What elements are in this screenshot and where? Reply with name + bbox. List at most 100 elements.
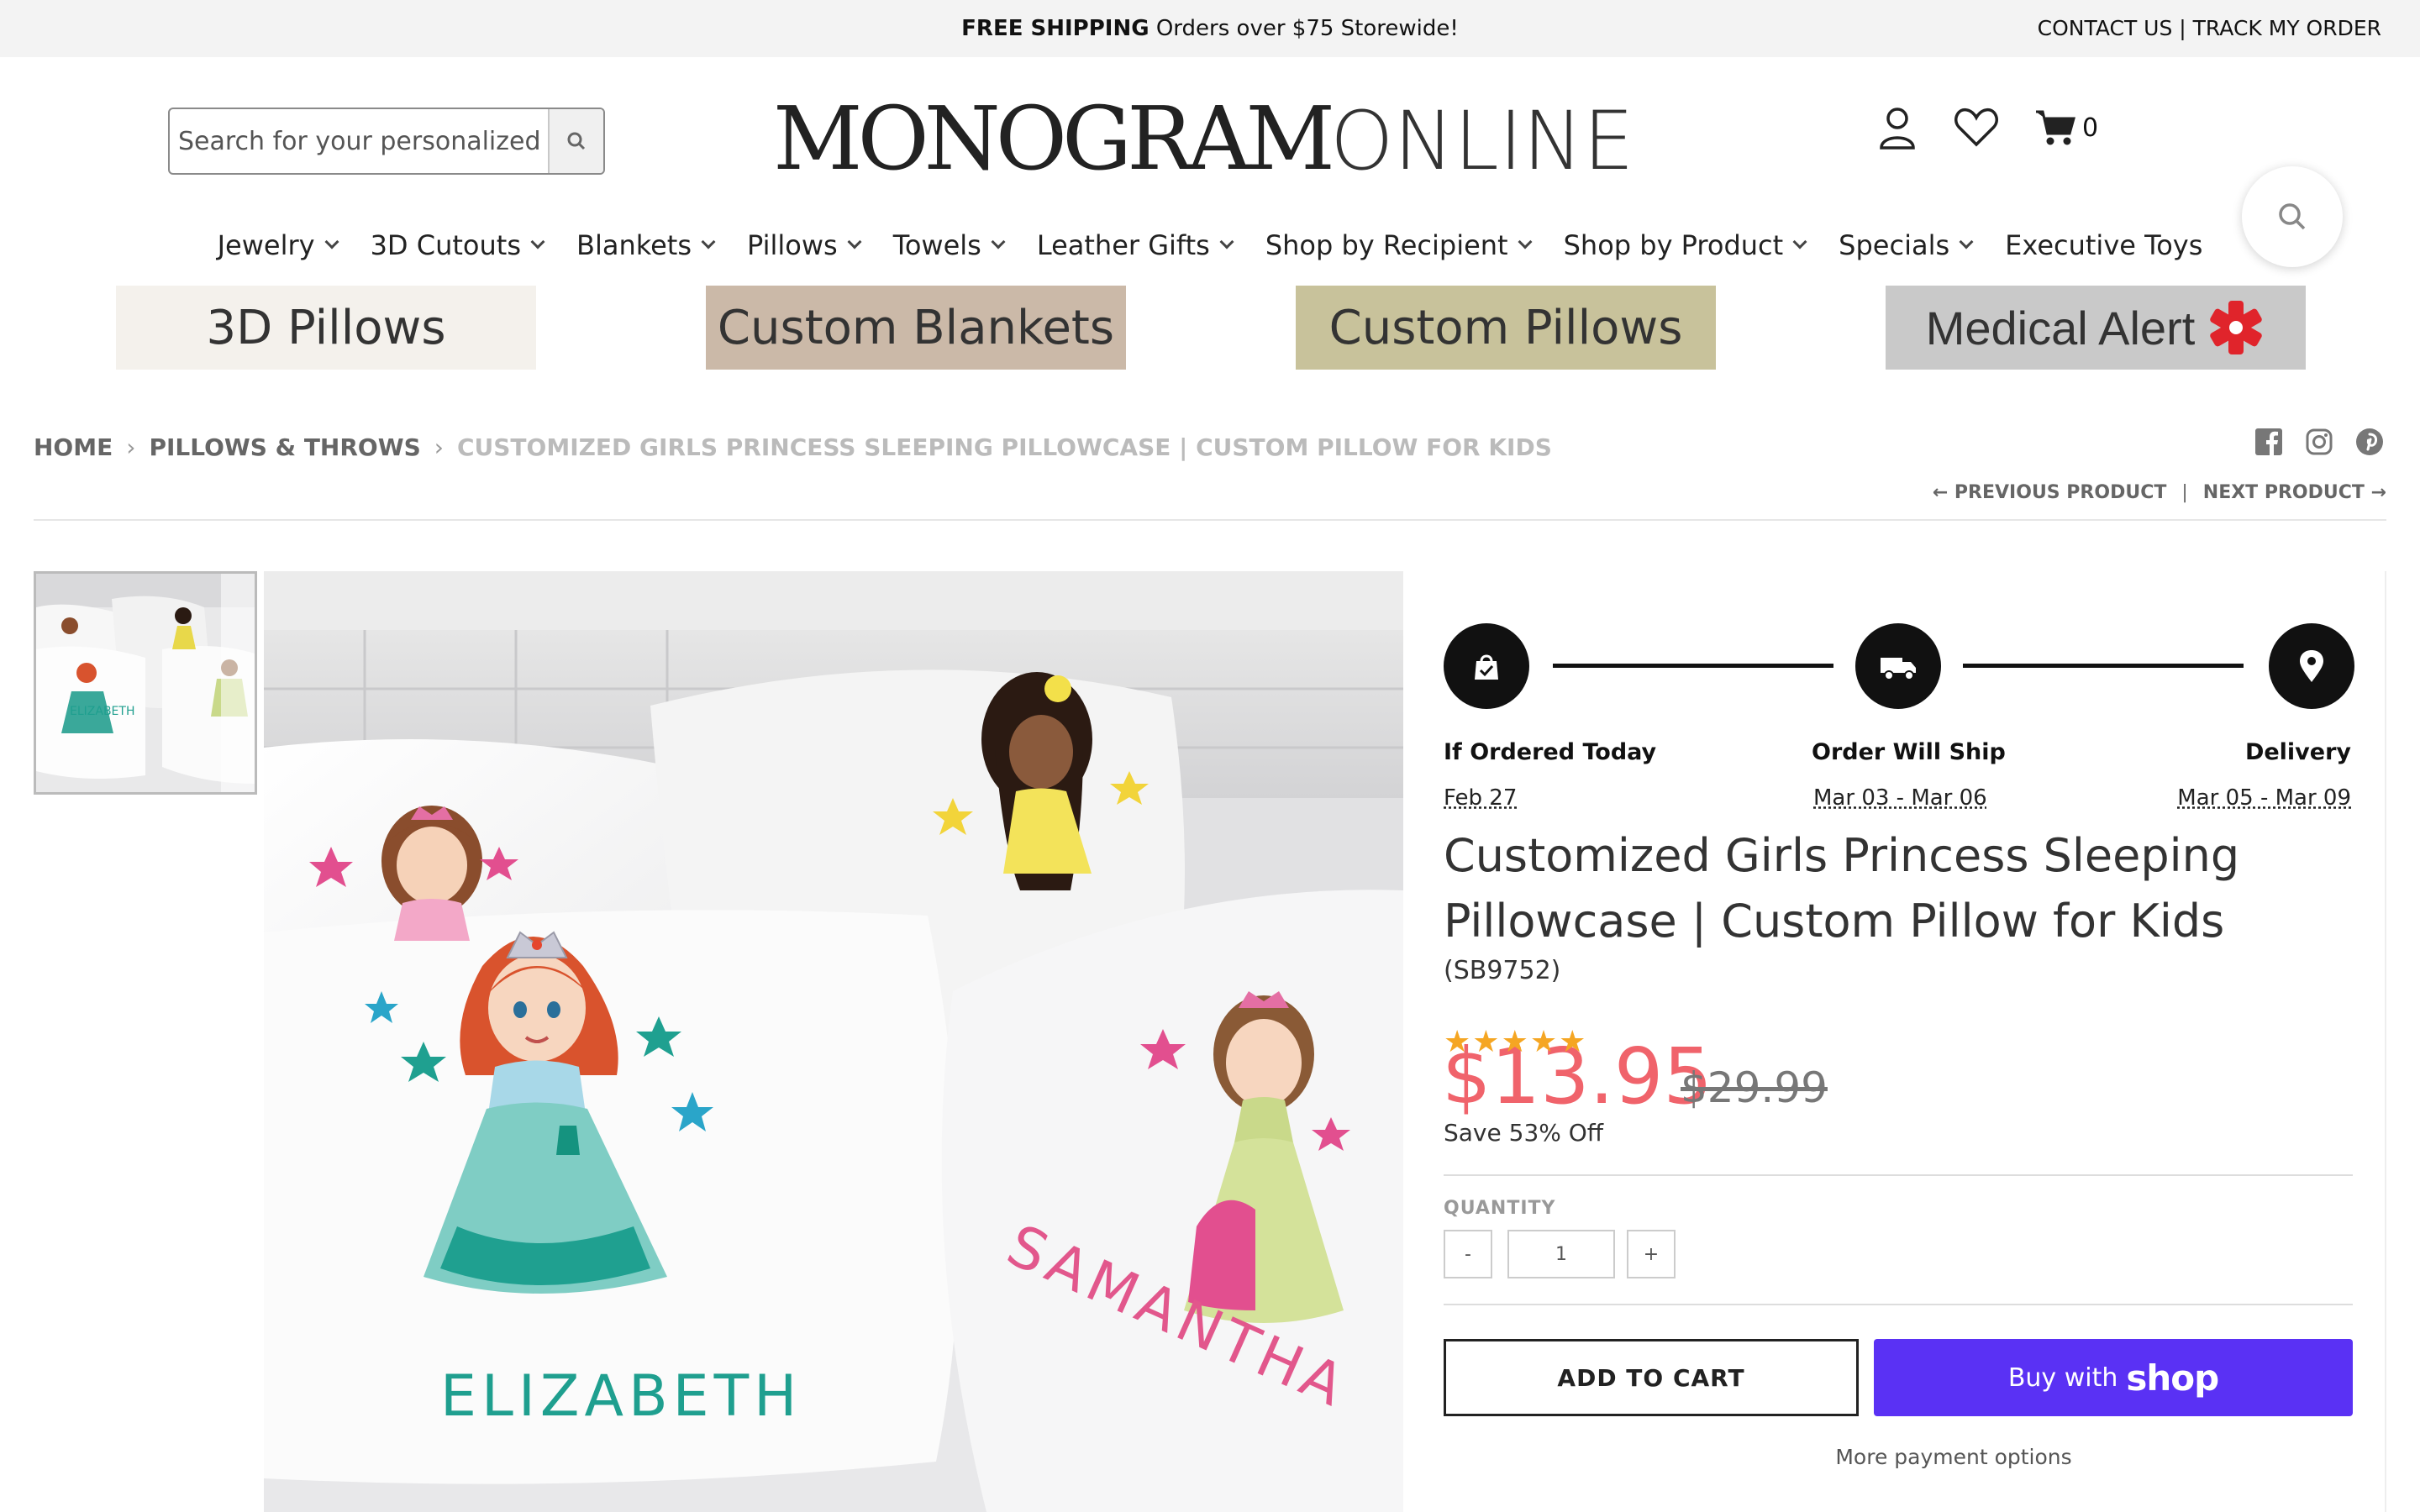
contact-track-links[interactable]: CONTACT US | TRACK MY ORDER [2038, 0, 2381, 57]
breadcrumb-current: CUSTOMIZED GIRLS PRINCESS SLEEPING PILLO… [456, 433, 1552, 461]
chevron-down-icon [1219, 234, 1234, 249]
banner-label: Custom Blankets [717, 300, 1115, 355]
logo-monogram: MONOGRAM [773, 87, 1335, 190]
banner-3d-pillows[interactable]: 3D Pillows [116, 286, 536, 370]
step-ship-circle [1855, 623, 1941, 709]
cart-count: 0 [2082, 113, 2099, 143]
breadcrumb-category[interactable]: PILLOWS & THROWS [149, 433, 420, 461]
quantity-increase-button[interactable]: + [1627, 1230, 1676, 1278]
heart-icon [1954, 108, 1998, 147]
main-product-image[interactable]: ELIZABETH SAMANTHA [264, 571, 1403, 1512]
product-navigation: ← PREVIOUS PRODUCT | NEXT PRODUCT → [1933, 482, 2386, 503]
main-navigation: Jewelry 3D Cutouts Blankets Pillows Towe… [0, 220, 2420, 270]
nav-label: Jewelry [217, 229, 315, 261]
breadcrumb-home[interactable]: HOME [34, 433, 113, 461]
nav-label: Pillows [747, 229, 838, 261]
nav-item-leather-gifts[interactable]: Leather Gifts [1036, 229, 1234, 261]
pinterest-icon [2356, 428, 2383, 455]
prevnext-divider: | [2181, 482, 2188, 503]
nav-label: Shop by Recipient [1265, 229, 1508, 261]
facebook-icon [2255, 428, 2282, 455]
shop-logo: shop [2126, 1357, 2219, 1399]
star-icon: ★ [1472, 1025, 1502, 1059]
breadcrumb-divider [34, 519, 2386, 521]
nav-label: Executive Toys [2005, 229, 2203, 261]
more-payment-options-wrap: More payment options [1403, 1445, 2386, 1469]
next-product-link[interactable]: NEXT PRODUCT → [2203, 482, 2386, 503]
medical-alert-icon [2210, 301, 2263, 354]
product-details: If Ordered Today Order Will Ship Deliver… [1403, 571, 2386, 1512]
chevron-down-icon [701, 234, 716, 249]
search-input[interactable] [170, 109, 550, 173]
banner-label: Custom Pillows [1328, 300, 1683, 355]
logo-online: ONLINE [1330, 94, 1634, 188]
star-icon: ★ [1559, 1025, 1588, 1059]
quantity-decrease-button[interactable]: - [1444, 1230, 1492, 1278]
add-to-cart-button[interactable]: ADD TO CART [1444, 1339, 1859, 1416]
nav-item-executive-toys[interactable]: Executive Toys [2005, 229, 2202, 261]
more-payment-options-link[interactable]: More payment options [1835, 1445, 2071, 1469]
nav-item-blankets[interactable]: Blankets [576, 229, 716, 261]
quantity-label: QUANTITY [1444, 1198, 1556, 1219]
promo-text: Orders over $75 Storewide! [1149, 16, 1459, 41]
quantity-input[interactable] [1507, 1230, 1615, 1278]
buy-with-shop-pay-button[interactable]: Buy with shop [1874, 1339, 2353, 1416]
map-pin-icon [2300, 650, 2323, 682]
step-delivery-label: Delivery [2244, 739, 2351, 765]
previous-product-link[interactable]: ← PREVIOUS PRODUCT [1933, 482, 2167, 503]
nav-item-shop-by-product[interactable]: Shop by Product [1563, 229, 1807, 261]
nav-item-jewelry[interactable]: Jewelry [217, 229, 339, 261]
product-thumbnail[interactable]: ELIZABETH [34, 571, 257, 795]
star-icon: ★ [1529, 1025, 1560, 1059]
product-title: Customized Girls Princess Sleeping Pillo… [1444, 829, 2240, 948]
product-sku: (SB9752) [1444, 956, 1561, 985]
pinterest-link[interactable] [2353, 425, 2386, 459]
pillow-name-elizabeth: ELIZABETH [440, 1363, 802, 1430]
wishlist-button[interactable] [1953, 104, 2000, 151]
compare-at-price: $29.99 [1681, 1063, 1828, 1112]
step-ordered-circle [1444, 623, 1529, 709]
nav-item-pillows[interactable]: Pillows [747, 229, 862, 261]
product-photo: ELIZABETH SAMANTHA [264, 571, 1403, 1512]
banner-custom-blankets[interactable]: Custom Blankets [706, 286, 1126, 370]
step-ordered-date: Feb 27 [1444, 785, 1518, 811]
chevron-down-icon [324, 234, 339, 249]
cart-icon [2036, 110, 2075, 145]
instagram-icon [2306, 428, 2333, 455]
rating-stars[interactable]: ★★★★★ [1444, 1025, 1587, 1059]
breadcrumb: HOME › PILLOWS & THROWS › CUSTOMIZED GIR… [34, 428, 1552, 465]
chevron-down-icon [530, 234, 545, 249]
top-announcement-bar: FREE SHIPPING Orders over $75 Storewide!… [0, 0, 2420, 57]
truck-icon [1881, 658, 1916, 680]
star-icon: ★ [1444, 1025, 1473, 1059]
thumb-name-left: ELIZABETH [70, 705, 134, 718]
nav-label: Leather Gifts [1036, 229, 1210, 261]
search-button[interactable] [548, 109, 603, 173]
step-ship-label: Order Will Ship [1812, 739, 2006, 765]
nav-item-shop-by-recipient[interactable]: Shop by Recipient [1265, 229, 1533, 261]
step-ship-date: Mar 03 - Mar 06 [1813, 785, 1987, 811]
account-button[interactable] [1874, 104, 1921, 151]
banner-medical-alert[interactable]: Medical Alert [1886, 286, 2306, 370]
chevron-down-icon [847, 234, 862, 249]
nav-label: 3D Cutouts [370, 229, 521, 261]
divider [1444, 1304, 2353, 1305]
nav-item-3d-cutouts[interactable]: 3D Cutouts [370, 229, 545, 261]
facebook-link[interactable] [2252, 425, 2286, 459]
banner-custom-pillows[interactable]: Custom Pillows [1296, 286, 1716, 370]
nav-label: Shop by Product [1563, 229, 1784, 261]
buy-with-label: Buy with [2007, 1362, 2118, 1393]
breadcrumb-separator: › [126, 433, 136, 461]
chevron-down-icon [991, 234, 1006, 249]
nav-item-specials[interactable]: Specials [1839, 229, 1974, 261]
site-logo[interactable]: MONOGRAMONLINE [773, 92, 1634, 188]
social-links [2235, 425, 2386, 459]
banner-label: Medical Alert [1925, 301, 2196, 354]
nav-item-towels[interactable]: Towels [893, 229, 1006, 261]
promo-bold: FREE SHIPPING [961, 16, 1150, 41]
instagram-link[interactable] [2302, 425, 2336, 459]
header-icons: 0 [1874, 102, 2098, 153]
cart-button[interactable] [2032, 104, 2079, 151]
search-box [168, 108, 605, 175]
thumbnail-image: ELIZABETH [36, 574, 255, 792]
